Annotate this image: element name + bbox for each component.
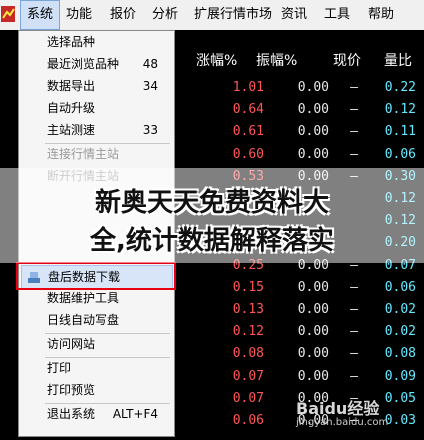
cell-change-pct: 0.61 <box>232 124 264 140</box>
cell-change-pct: 0.13 <box>232 302 264 317</box>
cell-price: — <box>350 302 358 317</box>
cell-volume-ratio: 0.05 <box>384 390 416 406</box>
menu-function[interactable]: 功能 <box>60 0 98 30</box>
header-amplitude[interactable]: 振幅% <box>256 50 297 72</box>
menu-item-label: 打印预览 <box>47 383 96 397</box>
app-logo-icon <box>1 6 15 22</box>
menu-item-label: 日线自动写盘 <box>47 313 120 327</box>
menu-news[interactable]: 资讯 <box>275 0 313 30</box>
menu-item-label: 自动升级 <box>47 101 96 115</box>
cell-price: — <box>350 346 358 362</box>
menu-help[interactable]: 帮助 <box>362 0 400 30</box>
cell-amplitude: 0.00 <box>297 302 329 317</box>
menu-item-select-symbol[interactable]: 选择品种 <box>19 31 174 53</box>
cell-change-pct: 0.08 <box>232 346 264 362</box>
cell-price: — <box>350 368 358 384</box>
menu-item-shortcut: 33 <box>142 123 158 137</box>
cell-price: — <box>350 279 358 295</box>
cell-amplitude: 0.00 <box>297 346 329 362</box>
menu-item-label: 主站测速 <box>47 123 96 137</box>
cell-amplitude: 0.00 <box>297 146 329 162</box>
watermark-url: jingyan.baidu.com <box>296 417 389 428</box>
cell-volume-ratio: 0.06 <box>384 279 416 295</box>
cell-amplitude: 0.00 <box>297 102 329 118</box>
menu-item-label: 最近浏览品种 <box>47 57 120 71</box>
cell-change-pct: 0.07 <box>232 390 264 406</box>
menu-item-shortcut: 34 <box>142 79 158 93</box>
highlight-outline <box>16 262 176 290</box>
cell-price: — <box>350 146 358 162</box>
cell-change-pct: 0.60 <box>232 146 264 162</box>
menu-item-connect-server: 连接行情主站 <box>19 143 174 165</box>
cell-amplitude: 0.00 <box>297 124 329 140</box>
cell-price: — <box>350 124 358 140</box>
overlay-line-1: 新奥天天免费资料大 <box>94 188 329 218</box>
menu-item-exit[interactable]: 退出系统 ALT+F4 <box>19 403 174 425</box>
cell-volume-ratio: 0.06 <box>384 146 416 162</box>
cell-volume-ratio: 0.02 <box>384 302 416 317</box>
cell-change-pct: 0.07 <box>232 368 264 384</box>
menu-item-label: 访问网站 <box>47 337 96 351</box>
menu-item-label: 选择品种 <box>47 35 96 49</box>
cell-change-pct: 0.15 <box>232 279 264 295</box>
overlay-banner: 新奥天天免费资料大 全,统计数据解释落实 <box>0 168 424 263</box>
menu-item-print[interactable]: 打印 <box>19 357 174 379</box>
menu-tools[interactable]: 工具 <box>318 0 356 30</box>
header-change-pct[interactable]: 涨幅% <box>196 50 237 72</box>
cell-amplitude: 0.00 <box>297 80 329 95</box>
cell-change-pct: 0.12 <box>232 324 264 340</box>
cell-price: — <box>350 102 358 118</box>
menu-item-auto-upgrade[interactable]: 自动升级 <box>19 97 174 119</box>
menu-item-shortcut: 48 <box>142 57 158 71</box>
header-price[interactable]: 现价 <box>333 50 361 72</box>
cell-amplitude: 0.00 <box>297 279 329 295</box>
menu-quote[interactable]: 报价 <box>104 0 142 30</box>
menu-item-label: 退出系统 <box>47 407 96 421</box>
menu-item-print-preview[interactable]: 打印预览 <box>19 379 174 401</box>
cell-volume-ratio: 0.08 <box>384 346 416 362</box>
cell-change-pct: 0.64 <box>232 102 264 118</box>
cell-change-pct: 1.01 <box>232 80 264 95</box>
menu-system[interactable]: 系统 <box>20 0 61 30</box>
menu-item-daily-auto-write[interactable]: 日线自动写盘 <box>19 309 174 331</box>
watermark: Baidu经验 <box>296 399 380 418</box>
cell-volume-ratio: 0.02 <box>384 324 416 340</box>
menu-item-shortcut: ALT+F4 <box>112 407 158 421</box>
cell-price: — <box>350 324 358 340</box>
cell-volume-ratio: 0.22 <box>384 80 416 95</box>
menu-item-label: 连接行情主站 <box>47 147 120 161</box>
menu-item-label: 数据导出 <box>47 79 96 93</box>
menu-item-export-data[interactable]: 数据导出 34 <box>19 75 174 97</box>
cell-volume-ratio: 0.12 <box>384 102 416 118</box>
menu-bar: 系统 功能 报价 分析 扩展行情市场 资讯 工具 帮助 <box>0 0 424 31</box>
menu-item-label: 打印 <box>47 361 72 375</box>
cell-amplitude: 0.00 <box>297 368 329 384</box>
menu-extended-market[interactable]: 扩展行情市场 <box>188 0 278 30</box>
cell-price: — <box>350 80 358 95</box>
cell-volume-ratio: 0.11 <box>384 124 416 140</box>
overlay-line-2: 全,统计数据解释落实 <box>90 226 334 256</box>
menu-item-visit-website[interactable]: 访问网站 <box>19 333 174 355</box>
cell-volume-ratio: 0.09 <box>384 368 416 384</box>
header-volume-ratio[interactable]: 量比 <box>384 50 412 72</box>
menu-item-label: 数据维护工具 <box>47 291 120 305</box>
menu-analysis[interactable]: 分析 <box>146 0 184 30</box>
menu-item-recent-symbols[interactable]: 最近浏览品种 48 <box>19 53 174 75</box>
menu-item-data-maintenance[interactable]: 数据维护工具 <box>19 287 174 309</box>
menu-item-speed-test[interactable]: 主站测速 33 <box>19 119 174 141</box>
cell-amplitude: 0.00 <box>297 324 329 340</box>
